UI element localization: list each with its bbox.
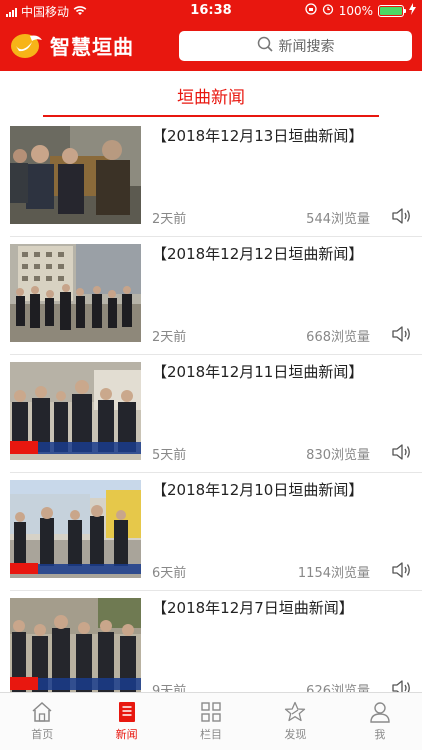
home-icon	[30, 701, 54, 723]
nav-columns[interactable]: 栏目	[169, 693, 253, 750]
speaker-icon[interactable]	[390, 677, 412, 692]
news-views: 1154浏览量	[297, 566, 370, 581]
nav-news[interactable]: 新闻	[84, 693, 168, 750]
nav-label: 我	[374, 728, 386, 741]
news-thumbnail	[10, 598, 141, 692]
speaker-icon[interactable]	[390, 323, 412, 345]
orientation-lock-icon	[305, 3, 317, 18]
nav-me[interactable]: 我	[338, 693, 422, 750]
category-tabs: 垣曲新闻	[0, 71, 422, 119]
news-age: 5天前	[152, 448, 187, 463]
alarm-icon	[322, 3, 334, 18]
bottom-nav: 首页 新闻 栏目 发现 我	[0, 692, 422, 750]
speaker-icon[interactable]	[390, 559, 412, 581]
speaker-icon[interactable]	[390, 205, 412, 227]
news-item[interactable]: 【2018年12月10日垣曲新闻】 6天前 1154浏览量	[0, 473, 422, 591]
news-title: 【2018年12月10日垣曲新闻】	[152, 481, 364, 499]
status-right: 100%	[305, 3, 416, 18]
news-views: 626浏览量	[306, 684, 370, 692]
news-age: 2天前	[152, 330, 187, 345]
news-thumbnail	[10, 480, 141, 578]
news-thumbnail	[10, 126, 141, 224]
top-header: 中国移动 16:38 100% 智慧垣曲 新闻搜索	[0, 0, 422, 71]
app-bar: 智慧垣曲 新闻搜索	[0, 22, 422, 71]
news-item[interactable]: 【2018年12月12日垣曲新闻】 2天前 668浏览量	[0, 237, 422, 355]
logo-icon	[10, 30, 44, 60]
tab-indicator	[43, 115, 379, 117]
nav-discover[interactable]: 发现	[253, 693, 337, 750]
discover-icon	[283, 701, 307, 723]
nav-label: 栏目	[200, 728, 223, 741]
app-logo[interactable]: 智慧垣曲	[10, 30, 134, 60]
tab-yuanqu-news[interactable]: 垣曲新闻	[0, 83, 422, 108]
search-input[interactable]: 新闻搜索	[179, 31, 412, 61]
news-item[interactable]: 【2018年12月11日垣曲新闻】 5天前 830浏览量	[0, 355, 422, 473]
user-icon	[368, 701, 392, 723]
news-title: 【2018年12月12日垣曲新闻】	[152, 245, 364, 263]
news-title: 【2018年12月7日垣曲新闻】	[152, 599, 354, 617]
news-views: 668浏览量	[306, 330, 370, 345]
app-name: 智慧垣曲	[50, 34, 134, 59]
nav-label: 新闻	[115, 728, 138, 741]
news-views: 830浏览量	[306, 448, 370, 463]
news-age: 2天前	[152, 212, 187, 227]
nav-home[interactable]: 首页	[0, 693, 84, 750]
news-item[interactable]: 【2018年12月13日垣曲新闻】 2天前 544浏览量	[0, 119, 422, 237]
status-bar: 中国移动 16:38 100%	[0, 0, 422, 22]
news-views: 544浏览量	[306, 212, 370, 227]
search-icon	[257, 36, 273, 56]
news-title: 【2018年12月13日垣曲新闻】	[152, 127, 364, 145]
news-list[interactable]: 【2018年12月13日垣曲新闻】 2天前 544浏览量 【2018年12月12…	[0, 119, 422, 692]
news-icon	[115, 701, 139, 723]
news-thumbnail	[10, 362, 141, 460]
news-age: 9天前	[152, 684, 187, 692]
battery-icon	[378, 4, 406, 17]
news-item[interactable]: 【2018年12月7日垣曲新闻】 9天前 626浏览量	[0, 591, 422, 692]
charging-icon	[409, 3, 416, 18]
news-title: 【2018年12月11日垣曲新闻】	[152, 363, 364, 381]
grid-icon	[199, 701, 223, 723]
speaker-icon[interactable]	[390, 441, 412, 463]
search-placeholder: 新闻搜索	[278, 39, 335, 55]
news-thumbnail	[10, 244, 141, 342]
news-age: 6天前	[152, 566, 187, 581]
battery-percent: 100%	[338, 3, 373, 18]
nav-label: 发现	[284, 728, 307, 741]
nav-label: 首页	[31, 728, 54, 741]
